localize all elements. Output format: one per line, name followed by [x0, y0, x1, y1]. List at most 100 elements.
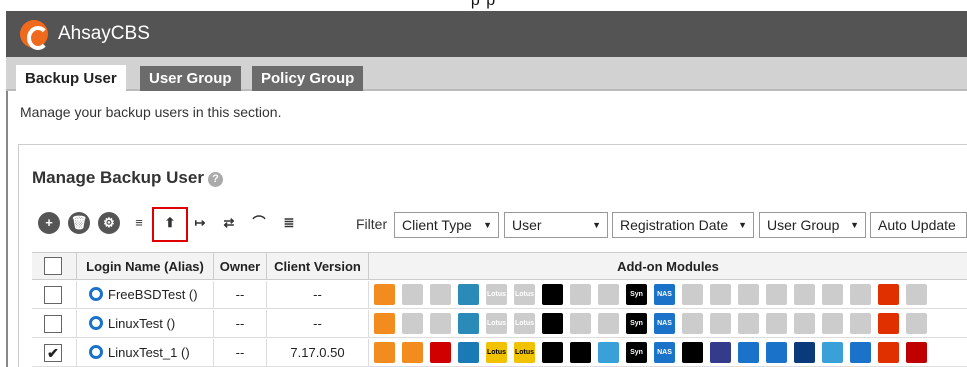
add-on-module-icon[interactable] — [430, 313, 451, 334]
add-on-module-icon[interactable] — [402, 342, 423, 363]
contacts-icon[interactable]: ≣ — [278, 212, 300, 234]
add-on-module-icon[interactable] — [598, 284, 619, 305]
add-on-module-icon[interactable] — [402, 284, 423, 305]
add-on-module-icon[interactable] — [570, 284, 591, 305]
user-group-select[interactable]: User Group ▼ — [759, 212, 866, 238]
add-on-module-icon[interactable] — [598, 313, 619, 334]
add-on-module-icon[interactable] — [542, 313, 563, 334]
add-on-module-icon[interactable] — [822, 284, 843, 305]
left-border — [6, 91, 8, 367]
add-on-module-icon[interactable] — [682, 313, 703, 334]
add-on-module-icon[interactable]: Lotus — [486, 284, 507, 305]
help-icon[interactable]: ? — [207, 172, 223, 187]
filter-label: Filter — [356, 216, 388, 232]
add-on-module-icon[interactable]: Lotus — [514, 284, 535, 305]
add-on-module-icon[interactable] — [374, 284, 395, 305]
add-on-module-icon[interactable] — [794, 284, 815, 305]
add-on-module-icon[interactable] — [906, 284, 927, 305]
add-on-module-icon[interactable] — [766, 342, 787, 363]
user-select[interactable]: User ▼ — [504, 212, 608, 238]
add-on-module-icon[interactable] — [850, 284, 871, 305]
add-on-module-icon[interactable] — [794, 342, 815, 363]
add-on-module-icon[interactable] — [374, 313, 395, 334]
add-on-module-icon[interactable] — [430, 342, 451, 363]
add-on-module-icon[interactable]: Lotus — [486, 313, 507, 334]
delete-icon[interactable]: 🗑 — [68, 212, 90, 234]
add-on-module-icon[interactable] — [710, 284, 731, 305]
add-on-module-icon[interactable] — [710, 313, 731, 334]
version-cell: -- — [267, 310, 369, 338]
add-on-module-icon[interactable]: Lotus — [514, 342, 535, 363]
add-on-module-icon[interactable] — [878, 284, 899, 305]
ahsay-logo-icon — [20, 20, 49, 50]
add-on-module-icon[interactable]: Syn NAS — [626, 313, 647, 334]
table-row[interactable]: ✔ LinuxTest_1 () -- 7.17.0.50 Lotus Lotus… — [32, 339, 967, 367]
login-name[interactable]: LinuxTest () — [108, 316, 175, 331]
row-checkbox[interactable] — [44, 286, 62, 304]
user-value: User — [512, 217, 542, 233]
header-owner[interactable]: Owner — [214, 253, 267, 280]
add-on-module-icon[interactable] — [794, 313, 815, 334]
version-cell: 7.17.0.50 — [267, 339, 369, 367]
add-on-module-icon[interactable] — [878, 342, 899, 363]
add-on-module-icon[interactable] — [682, 342, 703, 363]
export-icon[interactable]: ↦ — [189, 212, 211, 234]
add-on-module-icon[interactable]: Lotus — [486, 342, 507, 363]
add-on-module-icon[interactable] — [850, 342, 871, 363]
row-checkbox[interactable] — [44, 315, 62, 333]
add-on-module-icon[interactable] — [570, 313, 591, 334]
row-checkbox[interactable]: ✔ — [44, 344, 62, 362]
add-on-module-icon[interactable] — [906, 313, 927, 334]
transfer-user-icon[interactable]: ⇄ — [218, 212, 240, 234]
add-on-module-icon[interactable]: Syn NAS — [626, 342, 647, 363]
client-type-select[interactable]: Client Type ▼ — [394, 212, 499, 238]
registration-date-select[interactable]: Registration Date ▼ — [612, 212, 754, 238]
add-on-module-icon[interactable] — [542, 284, 563, 305]
add-on-module-icon[interactable] — [850, 313, 871, 334]
auto-update-select[interactable]: Auto Update — [870, 212, 967, 238]
login-name[interactable]: LinuxTest_1 () — [108, 345, 190, 360]
list-icon[interactable]: ≡ — [128, 212, 150, 234]
tab-user-group[interactable]: User Group — [140, 66, 241, 91]
add-on-module-icon[interactable] — [710, 342, 731, 363]
add-on-module-icon[interactable]: Syn NAS — [626, 284, 647, 305]
user-status-icon — [89, 345, 103, 359]
login-name[interactable]: FreeBSDTest () — [108, 287, 198, 302]
select-all-checkbox[interactable] — [44, 257, 62, 275]
add-on-module-icon[interactable] — [682, 284, 703, 305]
header-add-on-modules: Add-on Modules — [369, 253, 967, 280]
add-on-module-icon[interactable] — [878, 313, 899, 334]
owner-cell: -- — [214, 339, 267, 367]
add-on-module-icon[interactable] — [430, 284, 451, 305]
table-row[interactable]: LinuxTest () -- -- Lotus Lotus Syn NAS NAS — [32, 310, 967, 338]
tab-backup-user[interactable]: Backup User — [16, 65, 126, 93]
add-on-module-icon[interactable] — [402, 313, 423, 334]
header-login-name[interactable]: Login Name (Alias) — [77, 253, 214, 280]
add-on-module-icon[interactable] — [570, 342, 591, 363]
add-on-module-icon[interactable] — [822, 342, 843, 363]
tab-policy-group[interactable]: Policy Group — [252, 66, 364, 91]
add-icon[interactable]: + — [38, 212, 60, 234]
add-on-module-icon[interactable] — [458, 313, 479, 334]
settings-icon[interactable]: ⚙ — [98, 212, 120, 234]
add-on-module-icon[interactable] — [738, 284, 759, 305]
table-row[interactable]: FreeBSDTest () -- -- Lotus Lotus Syn NAS NA… — [32, 281, 967, 309]
add-on-module-icon[interactable] — [822, 313, 843, 334]
add-on-module-icon[interactable]: NAS — [654, 342, 675, 363]
add-on-module-icon[interactable] — [374, 342, 395, 363]
add-on-module-icon[interactable] — [906, 342, 927, 363]
add-on-module-icon[interactable]: NAS — [654, 313, 675, 334]
add-on-module-icon[interactable] — [458, 342, 479, 363]
add-on-module-icon[interactable] — [766, 284, 787, 305]
add-on-module-icon[interactable] — [542, 342, 563, 363]
client-type-value: Client Type — [402, 217, 472, 233]
add-on-module-icon[interactable] — [738, 342, 759, 363]
add-on-module-icon[interactable] — [598, 342, 619, 363]
add-on-module-icon[interactable]: Lotus — [514, 313, 535, 334]
header-client-version[interactable]: Client Version — [267, 253, 369, 280]
chart-icon[interactable]: ⌒ — [248, 212, 270, 234]
add-on-module-icon[interactable] — [738, 313, 759, 334]
add-on-module-icon[interactable] — [766, 313, 787, 334]
add-on-module-icon[interactable] — [458, 284, 479, 305]
add-on-module-icon[interactable]: NAS — [654, 284, 675, 305]
